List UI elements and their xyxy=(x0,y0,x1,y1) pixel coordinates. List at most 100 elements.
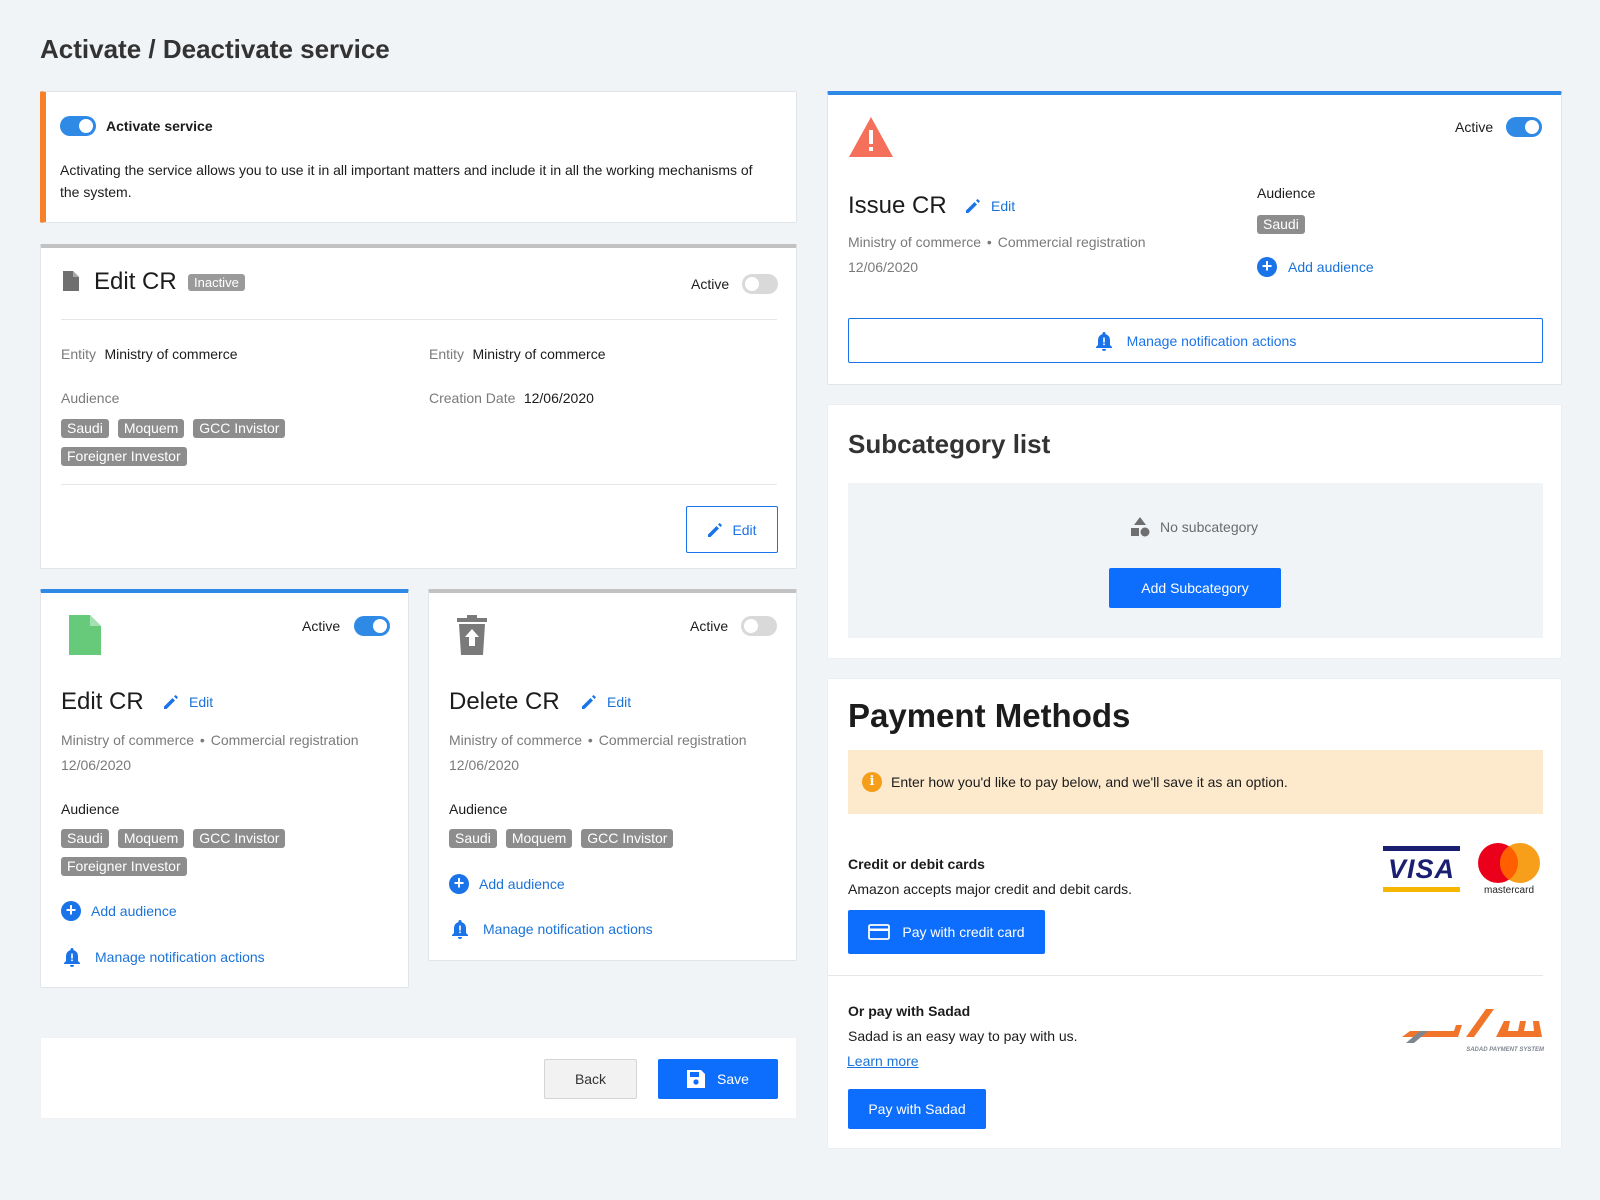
creation-date-value: 12/06/2020 xyxy=(523,390,594,406)
edit-link-label: Edit xyxy=(607,694,632,710)
add-audience-link[interactable]: + Add audience xyxy=(449,874,565,894)
mastercard-text: mastercard xyxy=(1483,885,1534,896)
edit-cr-active-toggle[interactable] xyxy=(354,616,390,636)
edit-cr-active-toggle[interactable] xyxy=(742,274,778,294)
divider xyxy=(828,975,1543,976)
entity-field-2: Entity Ministry of commerce xyxy=(429,346,606,364)
audience-chips: Saudi Moquem GCC Invistor Foreigner Investo… xyxy=(61,419,381,475)
plus-circle-icon: + xyxy=(1257,257,1277,277)
card-date: 12/06/2020 xyxy=(449,757,520,773)
add-audience-link[interactable]: + Add audience xyxy=(61,901,177,921)
footer-actions-bar: Back Save xyxy=(40,1037,797,1119)
activate-service-card: Activate service Activating the service … xyxy=(40,91,797,223)
pencil-icon xyxy=(581,694,597,710)
audience-chip: Foreigner Investor xyxy=(61,447,187,466)
card-date: 12/06/2020 xyxy=(848,259,919,275)
entity-value: Ministry of commerce xyxy=(472,346,606,362)
page-title: Activate / Deactivate service xyxy=(40,34,390,64)
bell-icon xyxy=(451,919,469,939)
audience-chip: Moquem xyxy=(505,829,573,848)
active-label: Active xyxy=(302,618,341,634)
divider xyxy=(61,484,777,485)
sadad-logo-caption: SADAD PAYMENT SYSTEM xyxy=(1466,1047,1544,1053)
pay-with-sadad-button[interactable]: Pay with Sadad xyxy=(848,1089,986,1129)
card-meta: Ministry of commerce • Commercial regist… xyxy=(848,234,1146,250)
add-audience-label: Add audience xyxy=(91,903,177,919)
pencil-icon xyxy=(163,694,179,710)
document-icon xyxy=(63,271,79,291)
pay-with-card-button[interactable]: Pay with credit card xyxy=(848,910,1045,954)
pencil-icon xyxy=(965,198,981,214)
add-subcategory-button[interactable]: Add Subcategory xyxy=(1109,568,1281,608)
audience-chip: Saudi xyxy=(449,829,497,848)
divider xyxy=(61,319,777,320)
payment-methods-card: Payment Methods i Enter how you'd like t… xyxy=(827,678,1562,1149)
active-label: Active xyxy=(691,276,730,292)
back-button[interactable]: Back xyxy=(544,1059,637,1099)
mastercard-logo: mastercard xyxy=(1476,843,1542,897)
manage-notifications-label: Manage notification actions xyxy=(1126,332,1297,349)
entity-value: Ministry of commerce xyxy=(104,346,238,362)
card-title: Edit CR xyxy=(61,688,144,715)
visa-logo: VISA xyxy=(1383,846,1460,894)
save-icon xyxy=(687,1070,706,1088)
manage-notifications-label: Manage notification actions xyxy=(95,949,265,965)
category-text: Commercial registration xyxy=(997,234,1146,250)
add-audience-link[interactable]: + Add audience xyxy=(1257,257,1374,277)
audience-chip: Foreigner Investor xyxy=(61,857,187,876)
category-text: Commercial registration xyxy=(598,732,747,748)
subcategory-title: Subcategory list xyxy=(848,429,1051,459)
learn-more-link[interactable]: Learn more xyxy=(847,1053,919,1069)
add-audience-label: Add audience xyxy=(479,876,565,892)
info-text: Enter how you'd like to pay below, and w… xyxy=(891,774,1288,790)
subcategory-card: Subcategory list No subcategory Add Subc… xyxy=(827,404,1562,659)
save-button[interactable]: Save xyxy=(658,1059,778,1099)
edit-link-label: Edit xyxy=(189,694,214,710)
edit-link[interactable]: Edit xyxy=(163,694,213,710)
manage-notifications-link[interactable]: Manage notification actions xyxy=(451,919,653,939)
sadad-desc: Sadad is an easy way to pay with us. xyxy=(848,1028,1078,1044)
document-green-icon xyxy=(69,615,101,655)
visa-text: VISA xyxy=(1387,854,1456,884)
audience-chips: Saudi Moquem GCC Invistor xyxy=(449,829,769,857)
issue-cr-card: Active Issue CR Edit Ministry of commerc… xyxy=(827,91,1562,385)
audience-chip: Saudi xyxy=(61,829,109,848)
creation-date-field: Creation Date 12/06/2020 xyxy=(429,390,594,408)
audience-chip: GCC Invistor xyxy=(581,829,674,848)
entity-label: Entity xyxy=(429,346,465,362)
ministry-text: Ministry of commerce xyxy=(449,732,583,748)
edit-link[interactable]: Edit xyxy=(581,694,631,710)
bell-icon xyxy=(63,947,81,967)
category-text: Commercial registration xyxy=(210,732,359,748)
card-meta: Ministry of commerce • Commercial regist… xyxy=(61,732,359,748)
subcategory-empty-panel: No subcategory Add Subcategory xyxy=(848,483,1543,638)
empty-state: No subcategory xyxy=(1130,517,1258,537)
audience-chip: GCC Invistor xyxy=(193,829,286,848)
payment-title: Payment Methods xyxy=(848,697,1131,734)
status-badge: Inactive xyxy=(188,274,245,291)
card-meta: Ministry of commerce • Commercial regist… xyxy=(449,732,747,748)
activate-service-label: Activate service xyxy=(106,118,213,134)
active-label: Active xyxy=(1455,119,1494,135)
issue-cr-active-toggle[interactable] xyxy=(1506,117,1542,137)
edit-button-label: Edit xyxy=(732,521,757,538)
plus-circle-icon: + xyxy=(61,901,81,921)
manage-notifications-link[interactable]: Manage notification actions xyxy=(63,947,265,967)
edit-link[interactable]: Edit xyxy=(965,198,1015,214)
manage-notifications-button[interactable]: Manage notification actions xyxy=(848,318,1543,363)
audience-label: Audience xyxy=(61,390,120,406)
delete-cr-active-toggle[interactable] xyxy=(741,616,777,636)
credit-card-icon xyxy=(868,924,891,940)
activate-service-toggle[interactable] xyxy=(60,116,96,136)
ministry-text: Ministry of commerce xyxy=(848,234,982,250)
back-button-label: Back xyxy=(574,1071,607,1087)
edit-cr-detail-card: Edit CR Inactive Active Entity Ministry … xyxy=(40,244,797,569)
edit-link-label: Edit xyxy=(991,198,1016,214)
card-date: 12/06/2020 xyxy=(61,757,132,773)
audience-chip: Moquem xyxy=(117,829,185,848)
edit-button[interactable]: Edit xyxy=(686,506,778,553)
audience-label: Audience xyxy=(449,801,508,817)
save-button-label: Save xyxy=(717,1071,749,1087)
active-label: Active xyxy=(690,618,729,634)
plus-circle-icon: + xyxy=(449,874,469,894)
